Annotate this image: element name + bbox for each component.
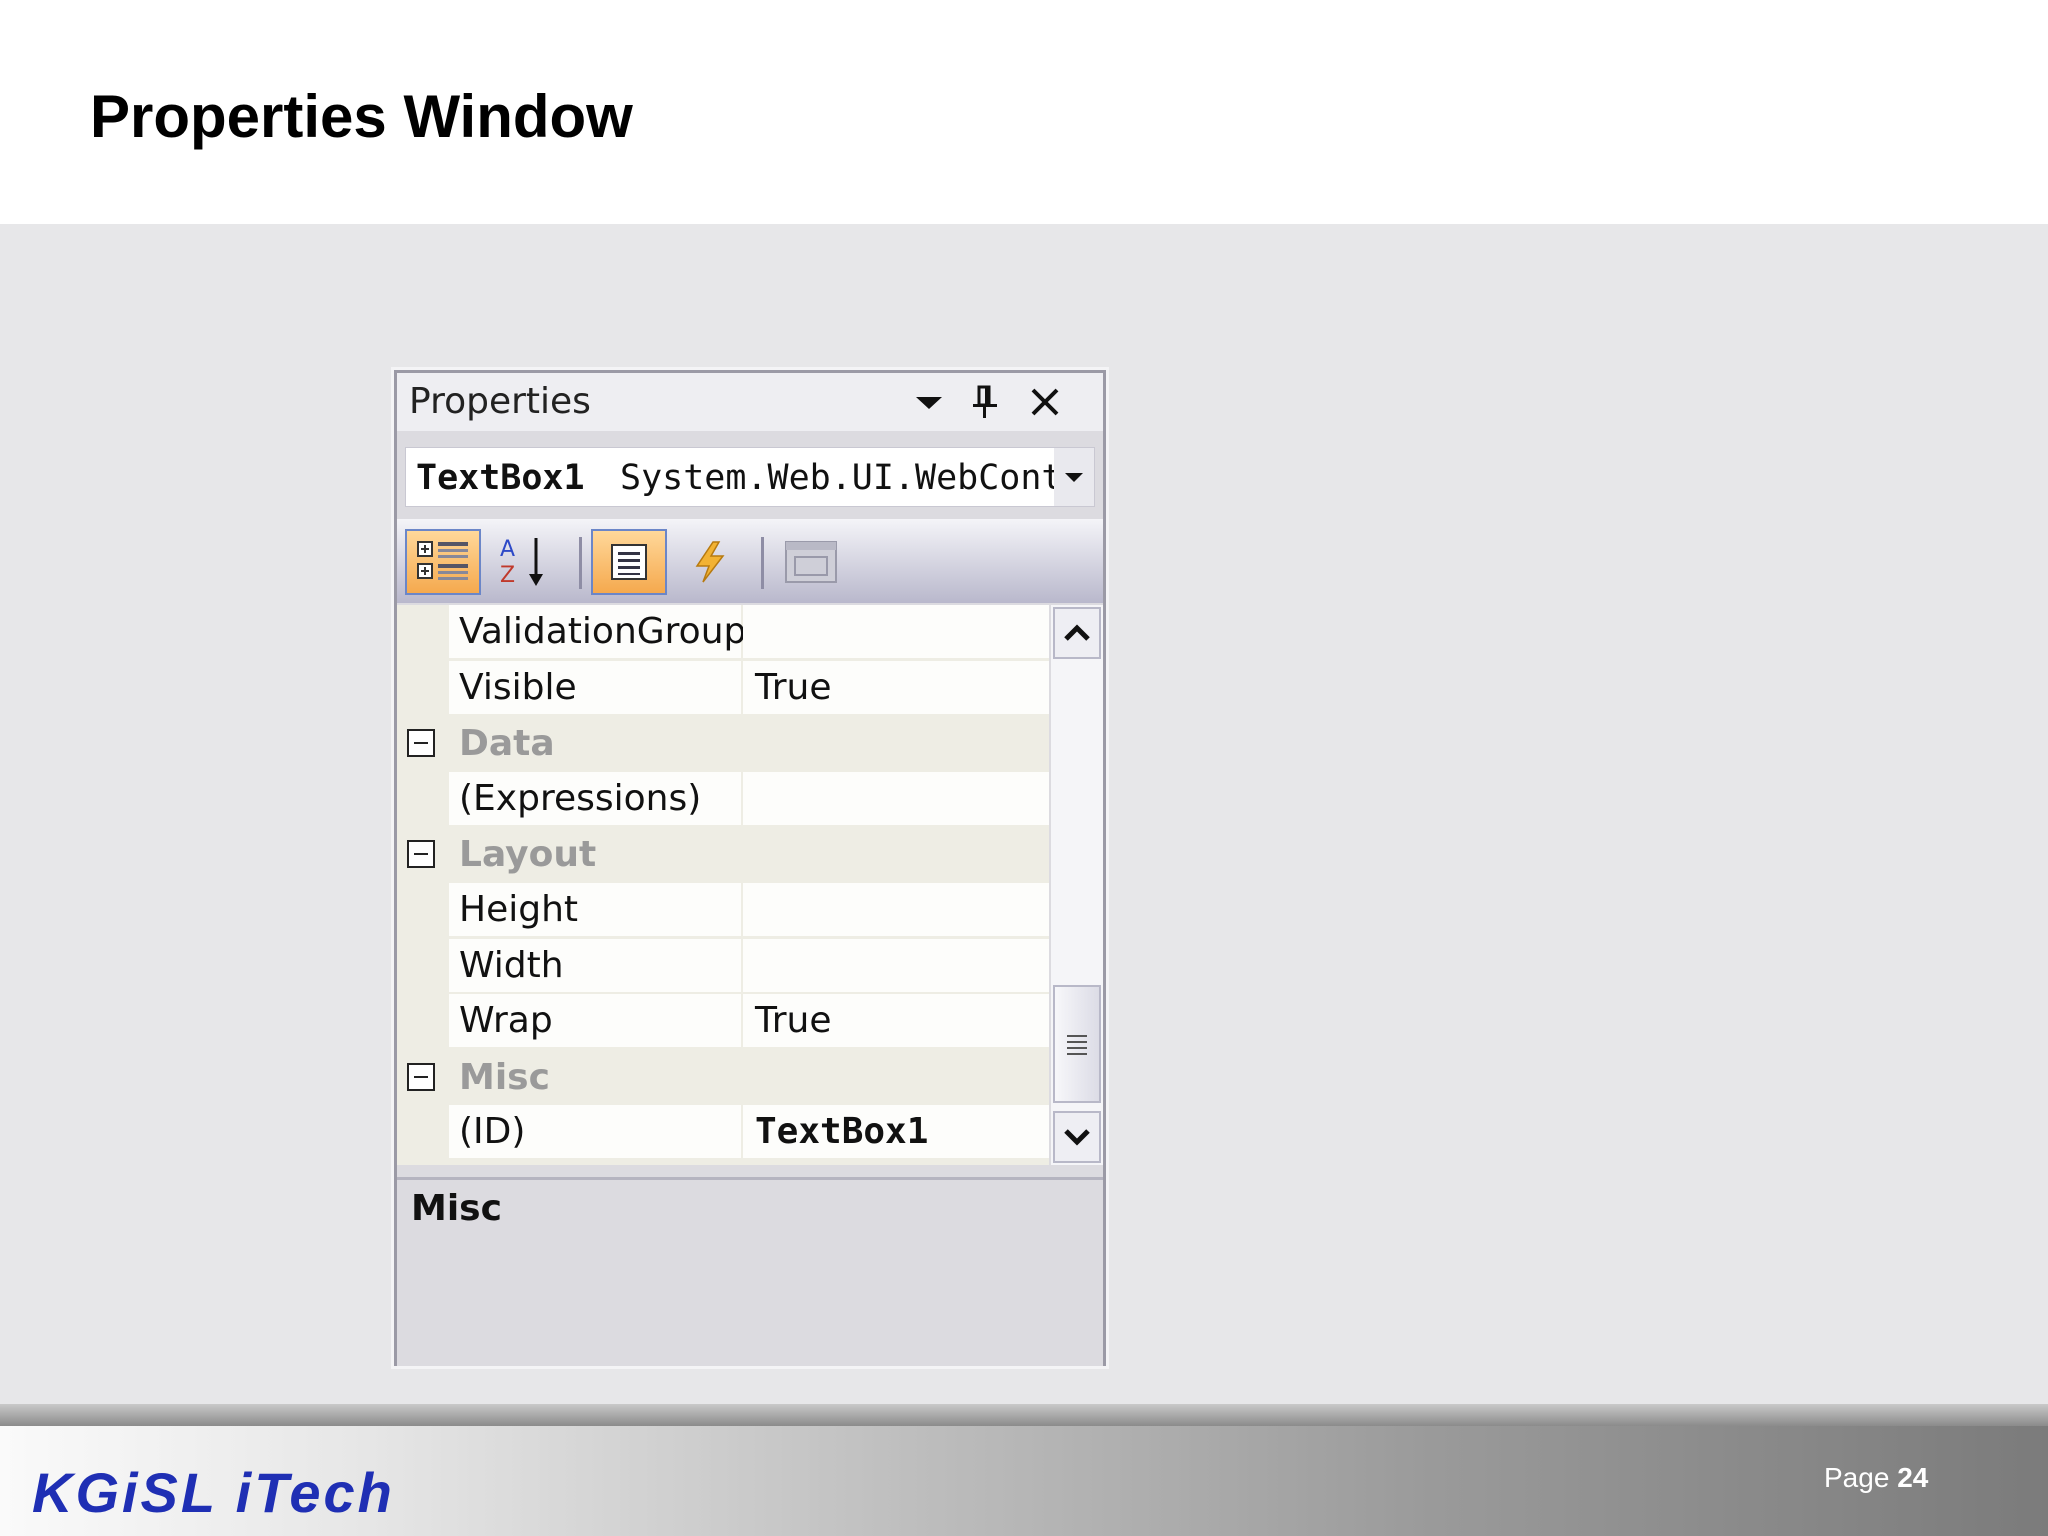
collapse-icon[interactable]: [407, 1063, 435, 1091]
company-logo: KGiSL iTech: [32, 1461, 395, 1524]
property-row[interactable]: Visible True: [397, 661, 1049, 717]
properties-button[interactable]: [591, 529, 667, 595]
grip-icon: [1067, 1035, 1087, 1055]
properties-window: Properties TextBox1 System.Web.UI.WebCon…: [394, 370, 1106, 1366]
property-value[interactable]: [743, 939, 1049, 992]
svg-text:A: A: [500, 537, 515, 562]
property-name[interactable]: Height: [449, 883, 741, 936]
alphabetical-button[interactable]: A Z: [485, 529, 561, 595]
property-row[interactable]: Wrap True: [397, 994, 1049, 1050]
description-pane: Misc: [397, 1177, 1103, 1366]
property-row[interactable]: (ID) TextBox1: [397, 1105, 1049, 1161]
close-button[interactable]: [1025, 381, 1065, 423]
property-name[interactable]: (Expressions): [449, 772, 741, 825]
object-name: TextBox1: [416, 458, 585, 498]
property-row[interactable]: (Expressions): [397, 772, 1049, 828]
property-value[interactable]: True: [743, 661, 1049, 714]
property-row[interactable]: ValidationGroup: [397, 605, 1049, 661]
svg-text:Z: Z: [500, 563, 515, 588]
events-button[interactable]: [671, 529, 747, 595]
pin-icon: [973, 385, 997, 418]
properties-toolbar: A Z: [397, 519, 1103, 603]
collapse-icon[interactable]: [407, 840, 435, 868]
scroll-down-button[interactable]: [1053, 1111, 1101, 1163]
chevron-down-icon: [916, 397, 942, 409]
property-value[interactable]: True: [743, 994, 1049, 1047]
page-number-value: 24: [1897, 1462, 1929, 1493]
categorized-button[interactable]: [405, 529, 481, 595]
property-value[interactable]: TextBox1: [743, 1105, 1049, 1158]
footer-band: [0, 1404, 2048, 1426]
property-row[interactable]: Height: [397, 883, 1049, 939]
property-name[interactable]: Visible: [449, 661, 741, 714]
property-name[interactable]: Wrap: [449, 994, 741, 1047]
slide-title: Properties Window: [90, 83, 633, 150]
object-selector[interactable]: TextBox1 System.Web.UI.WebCont: [405, 447, 1095, 507]
property-pages-icon: [785, 541, 837, 583]
chevron-down-icon: [1064, 1129, 1090, 1146]
scroll-thumb[interactable]: [1053, 985, 1101, 1103]
category-label: Layout: [459, 834, 597, 875]
category-label: Misc: [459, 1057, 550, 1098]
property-value[interactable]: [743, 883, 1049, 936]
category-misc[interactable]: Misc: [397, 1050, 1049, 1106]
property-value[interactable]: [743, 605, 1049, 658]
toolbar-separator: [761, 537, 764, 589]
category-data[interactable]: Data: [397, 716, 1049, 772]
page-number: Page 24: [1824, 1462, 1928, 1494]
property-name[interactable]: (ID): [449, 1105, 741, 1158]
categorized-icon: [417, 541, 468, 580]
property-name[interactable]: ValidationGroup: [449, 605, 746, 658]
close-icon: [1031, 388, 1059, 416]
category-label: Data: [459, 723, 555, 764]
property-name[interactable]: Width: [449, 939, 741, 992]
pin-button[interactable]: [965, 381, 1005, 423]
property-value[interactable]: [743, 772, 1049, 825]
object-type: System.Web.UI.WebCont: [620, 458, 1060, 498]
object-selector-dropdown[interactable]: [1054, 448, 1094, 506]
slide-header: Properties Window: [0, 0, 2048, 224]
chevron-down-icon: [1065, 473, 1083, 482]
properties-titlebar: Properties: [397, 373, 1103, 431]
chevron-up-icon: [1064, 624, 1090, 641]
collapse-icon[interactable]: [407, 729, 435, 757]
properties-icon: [611, 544, 647, 580]
alphabetical-icon: A Z: [500, 537, 543, 588]
property-row[interactable]: Width: [397, 939, 1049, 995]
window-position-button[interactable]: [909, 381, 949, 423]
scroll-up-button[interactable]: [1053, 607, 1101, 659]
vertical-scrollbar[interactable]: [1051, 605, 1103, 1165]
property-pages-button[interactable]: [773, 529, 849, 595]
toolbar-separator: [579, 537, 582, 589]
category-layout[interactable]: Layout: [397, 827, 1049, 883]
description-title: Misc: [411, 1188, 502, 1229]
events-icon: [695, 541, 725, 583]
property-grid: ValidationGroup Visible True Data (Expressio…: [397, 605, 1049, 1165]
page-label: Page: [1824, 1462, 1890, 1493]
properties-title: Properties: [409, 381, 591, 422]
